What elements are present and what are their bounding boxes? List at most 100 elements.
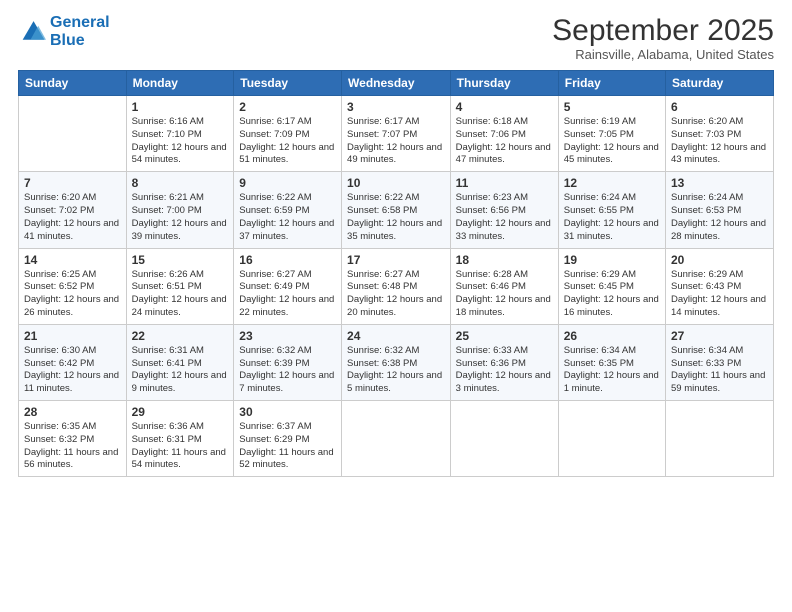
daylight-text: Daylight: 11 hours and 54 minutes. (132, 447, 226, 471)
table-row: 30Sunrise: 6:37 AMSunset: 6:29 PMDayligh… (234, 401, 342, 477)
header-thursday: Thursday (450, 71, 558, 96)
table-row: 11 Sunrise: 6:23 AMSunset: 6:56 PMDayligh… (450, 172, 558, 248)
day-number: 11 (456, 176, 553, 190)
day-info: Sunrise: 6:27 AMSunset: 6:48 PMDaylight:… (347, 269, 445, 320)
sunrise-text: Sunrise: 6:22 AM (347, 192, 419, 203)
table-row: 28Sunrise: 6:35 AMSunset: 6:32 PMDayligh… (19, 401, 127, 477)
logo-icon (18, 18, 46, 46)
day-info: Sunrise: 6:19 AMSunset: 7:05 PMDaylight:… (564, 116, 660, 167)
table-row (342, 401, 451, 477)
logo-line2: Blue (50, 32, 85, 49)
day-number: 15 (132, 253, 229, 267)
day-info: Sunrise: 6:33 AMSunset: 6:36 PMDaylight:… (456, 345, 553, 396)
sunset-text: Sunset: 6:43 PM (671, 281, 741, 292)
day-number: 5 (564, 100, 660, 114)
day-number: 23 (239, 329, 336, 343)
calendar-week-2: 7 Sunrise: 6:20 AMSunset: 7:02 PMDaylight… (19, 172, 774, 248)
table-row: 21Sunrise: 6:30 AMSunset: 6:42 PMDayligh… (19, 324, 127, 400)
calendar-week-4: 21Sunrise: 6:30 AMSunset: 6:42 PMDayligh… (19, 324, 774, 400)
sunrise-text: Sunrise: 6:24 AM (671, 192, 743, 203)
day-number: 7 (24, 176, 121, 190)
header-sunday: Sunday (19, 71, 127, 96)
day-number: 6 (671, 100, 768, 114)
sunset-text: Sunset: 6:33 PM (671, 358, 741, 369)
sunrise-text: Sunrise: 6:19 AM (564, 116, 636, 127)
daylight-text: Daylight: 12 hours and 26 minutes. (24, 294, 119, 318)
sunset-text: Sunset: 7:07 PM (347, 129, 417, 140)
daylight-text: Daylight: 11 hours and 59 minutes. (671, 370, 765, 394)
sunset-text: Sunset: 6:53 PM (671, 205, 741, 216)
table-row: 16Sunrise: 6:27 AMSunset: 6:49 PMDayligh… (234, 248, 342, 324)
day-number: 14 (24, 253, 121, 267)
sunrise-text: Sunrise: 6:27 AM (347, 269, 419, 280)
table-row: 1Sunrise: 6:16 AMSunset: 7:10 PMDaylight… (126, 96, 234, 172)
daylight-text: Daylight: 11 hours and 56 minutes. (24, 447, 118, 471)
daylight-text: Daylight: 12 hours and 43 minutes. (671, 142, 766, 166)
table-row: 10Sunrise: 6:22 AMSunset: 6:58 PMDayligh… (342, 172, 451, 248)
sunrise-text: Sunrise: 6:29 AM (671, 269, 743, 280)
daylight-text: Daylight: 12 hours and 16 minutes. (564, 294, 659, 318)
table-row: 2 Sunrise: 6:17 AM Sunset: 7:09 PM Daylight… (234, 96, 342, 172)
day-info: Sunrise: 6:24 AMSunset: 6:53 PMDaylight:… (671, 192, 768, 243)
day-info: Sunrise: 6:17 AM Sunset: 7:09 PM Daylight:… (239, 116, 336, 167)
day-number: 4 (456, 100, 553, 114)
daylight-text: Daylight: 12 hours and 24 minutes. (132, 294, 227, 318)
page: General Blue September 2025 Rainsville, … (0, 0, 792, 612)
sunrise-text: Sunrise: 6:22 AM (239, 192, 311, 203)
sunrise-text: Sunrise: 6:36 AM (132, 421, 204, 432)
table-row: 13Sunrise: 6:24 AMSunset: 6:53 PMDayligh… (666, 172, 774, 248)
day-number: 19 (564, 253, 660, 267)
sunset-text: Sunset: 6:29 PM (239, 434, 309, 445)
sunset-text: Sunset: 6:31 PM (132, 434, 202, 445)
calendar-header-row: Sunday Monday Tuesday Wednesday Thursday… (19, 71, 774, 96)
sunrise-text: Sunrise: 6:34 AM (671, 345, 743, 356)
daylight-text: Daylight: 12 hours and 20 minutes. (347, 294, 442, 318)
sunrise-text: Sunrise: 6:32 AM (239, 345, 311, 356)
day-number: 17 (347, 253, 445, 267)
header-friday: Friday (558, 71, 665, 96)
sunrise-text: Sunrise: 6:27 AM (239, 269, 311, 280)
table-row: 19 Sunrise: 6:29 AMSunset: 6:45 PMDayligh… (558, 248, 665, 324)
sunrise-text: Sunrise: 6:34 AM (564, 345, 636, 356)
table-row (558, 401, 665, 477)
calendar-week-5: 28Sunrise: 6:35 AMSunset: 6:32 PMDayligh… (19, 401, 774, 477)
sunrise-text: Sunrise: 6:20 AM (24, 192, 96, 203)
logo-line1: General (50, 14, 110, 31)
day-info: Sunrise: 6:20 AMSunset: 7:02 PMDaylight:… (24, 192, 121, 243)
daylight-text: Daylight: 12 hours and 7 minutes. (239, 370, 334, 394)
daylight-text: Daylight: 12 hours and 54 minutes. (132, 142, 227, 166)
sunrise-text: Sunrise: 6:16 AM (132, 116, 204, 127)
table-row: 7 Sunrise: 6:20 AMSunset: 7:02 PMDaylight… (19, 172, 127, 248)
sunrise-text: Sunrise: 6:17 AM (239, 116, 311, 127)
day-info: Sunrise: 6:31 AMSunset: 6:41 PMDaylight:… (132, 345, 229, 396)
sunset-text: Sunset: 6:59 PM (239, 205, 309, 216)
table-row: 5Sunrise: 6:19 AMSunset: 7:05 PMDaylight… (558, 96, 665, 172)
day-info: Sunrise: 6:27 AMSunset: 6:49 PMDaylight:… (239, 269, 336, 320)
table-row: 22Sunrise: 6:31 AMSunset: 6:41 PMDayligh… (126, 324, 234, 400)
table-row: 20Sunrise: 6:29 AMSunset: 6:43 PMDayligh… (666, 248, 774, 324)
month-title: September 2025 (552, 14, 774, 47)
day-info: Sunrise: 6:17 AMSunset: 7:07 PMDaylight:… (347, 116, 445, 167)
day-number: 2 (239, 100, 336, 114)
table-row: 15Sunrise: 6:26 AMSunset: 6:51 PMDayligh… (126, 248, 234, 324)
table-row: 24Sunrise: 6:32 AMSunset: 6:38 PMDayligh… (342, 324, 451, 400)
day-info: Sunrise: 6:29 AMSunset: 6:45 PMDaylight:… (564, 269, 660, 320)
sunrise-text: Sunrise: 6:17 AM (347, 116, 419, 127)
sunset-text: Sunset: 6:41 PM (132, 358, 202, 369)
sunrise-text: Sunrise: 6:37 AM (239, 421, 311, 432)
table-row (450, 401, 558, 477)
day-info: Sunrise: 6:37 AMSunset: 6:29 PMDaylight:… (239, 421, 336, 472)
sunrise-text: Sunrise: 6:28 AM (456, 269, 528, 280)
sunrise-text: Sunrise: 6:29 AM (564, 269, 636, 280)
daylight-text: Daylight: 12 hours and 9 minutes. (132, 370, 227, 394)
day-info: Sunrise: 6:23 AMSunset: 6:56 PMDaylight:… (456, 192, 553, 243)
daylight-text: Daylight: 12 hours and 51 minutes. (239, 142, 334, 166)
header-wednesday: Wednesday (342, 71, 451, 96)
sunset-text: Sunset: 7:09 PM (239, 129, 309, 140)
day-number: 27 (671, 329, 768, 343)
table-row: 6Sunrise: 6:20 AMSunset: 7:03 PMDaylight… (666, 96, 774, 172)
sunset-text: Sunset: 7:05 PM (564, 129, 634, 140)
sunrise-text: Sunrise: 6:23 AM (456, 192, 528, 203)
daylight-text: Daylight: 12 hours and 37 minutes. (239, 218, 334, 242)
header-right: September 2025 Rainsville, Alabama, Unit… (552, 14, 774, 62)
